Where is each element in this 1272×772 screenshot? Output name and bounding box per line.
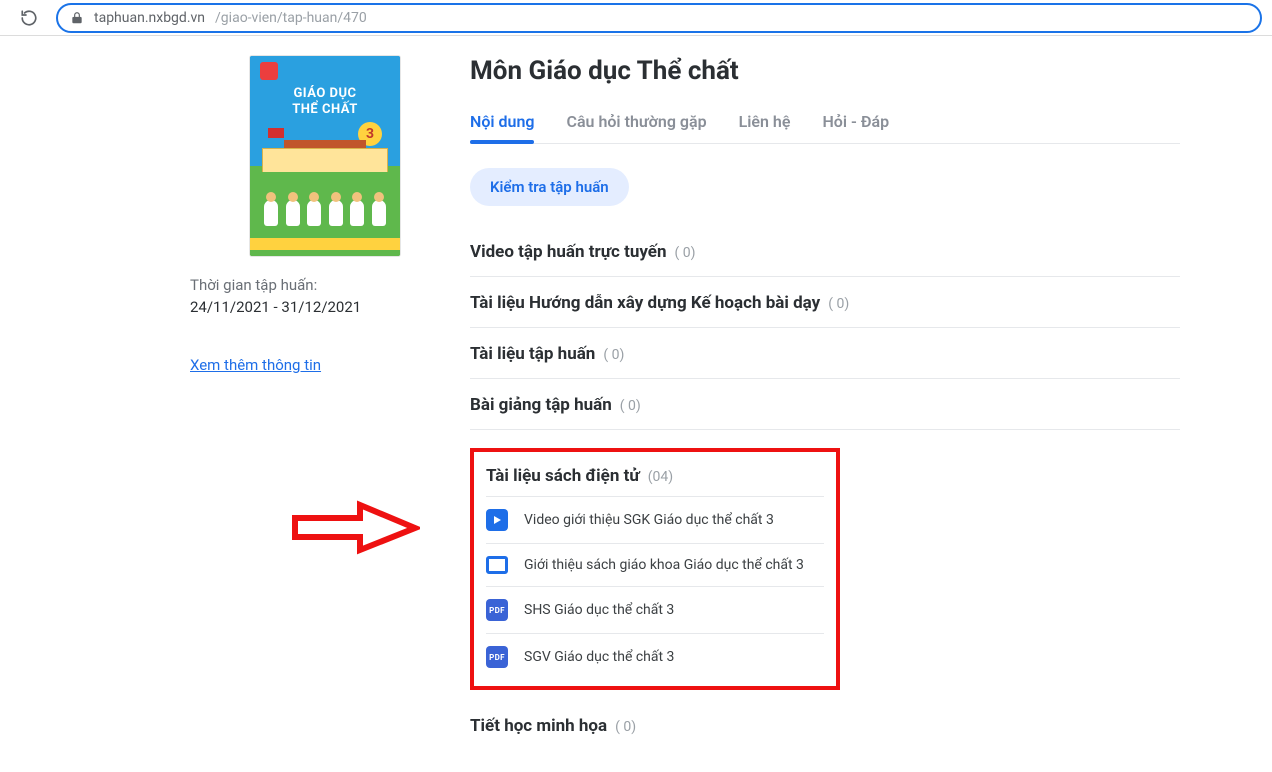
tab-faq[interactable]: Câu hỏi thường gặp — [566, 104, 706, 143]
slideshow-icon — [486, 556, 508, 574]
url-host: taphuan.nxbgd.vn — [94, 10, 205, 26]
ebook-label: Giới thiệu sách giáo khoa Giáo dục thể c… — [524, 557, 804, 573]
ebook-item[interactable]: PDF SGV Giáo dục thể chất 3 — [486, 633, 824, 680]
lock-icon — [70, 11, 84, 25]
training-time-label: Thời gian tập huấn: — [190, 276, 460, 294]
section-title: Tài liệu sách điện tử — [486, 466, 640, 486]
section-count: ( 0) — [675, 245, 696, 261]
tab-hoi-dap[interactable]: Hỏi - Đáp — [822, 104, 889, 143]
section-lesson-plan[interactable]: Tài liệu Hướng dẫn xây dựng Kế hoạch bài… — [470, 277, 1180, 328]
section-video-online[interactable]: Video tập huấn trực tuyến ( 0) — [470, 226, 1180, 277]
ebook-label: SGV Giáo dục thể chất 3 — [524, 649, 674, 665]
url-path: /giao-vien/tap-huan/470 — [215, 10, 367, 26]
ebook-label: Video giới thiệu SGK Giáo dục thể chất 3 — [524, 512, 774, 528]
section-title: Tiết học minh họa — [470, 716, 607, 736]
browser-toolbar: taphuan.nxbgd.vn/giao-vien/tap-huan/470 — [0, 0, 1272, 36]
section-count: ( 0) — [603, 347, 624, 363]
training-time-value: 24/11/2021 - 31/12/2021 — [190, 298, 460, 316]
section-count: ( 0) — [620, 398, 641, 414]
more-info-link[interactable]: Xem thêm thông tin — [190, 356, 460, 374]
sidebar: GIÁO DỤCTHỂ CHẤT 3 Thời gian tập huấn: 2… — [190, 56, 460, 750]
ebook-highlight-box: Tài liệu sách điện tử (04) Video giới th… — [470, 448, 840, 690]
section-count: ( 0) — [615, 719, 636, 735]
section-count: (04) — [648, 469, 673, 485]
tab-noi-dung[interactable]: Nội dung — [470, 104, 534, 143]
play-icon — [486, 509, 508, 531]
section-lectures[interactable]: Bài giảng tập huấn ( 0) — [470, 379, 1180, 430]
exam-button[interactable]: Kiểm tra tập huấn — [470, 168, 629, 206]
address-bar[interactable]: taphuan.nxbgd.vn/giao-vien/tap-huan/470 — [56, 3, 1262, 33]
tab-lien-he[interactable]: Liên hệ — [739, 104, 791, 143]
section-ebooks[interactable]: Tài liệu sách điện tử (04) — [486, 462, 824, 496]
pdf-icon: PDF — [486, 646, 508, 668]
book-cover[interactable]: GIÁO DỤCTHỂ CHẤT 3 — [250, 56, 400, 256]
ebook-item[interactable]: PDF SHS Giáo dục thể chất 3 — [486, 586, 824, 633]
section-training-docs[interactable]: Tài liệu tập huấn ( 0) — [470, 328, 1180, 379]
reload-icon — [20, 9, 38, 27]
ebook-item[interactable]: Video giới thiệu SGK Giáo dục thể chất 3 — [486, 496, 824, 543]
section-count: ( 0) — [828, 296, 849, 312]
reload-button[interactable] — [16, 5, 42, 31]
section-title: Tài liệu Hướng dẫn xây dựng Kế hoạch bài… — [470, 293, 820, 313]
ebook-item[interactable]: Giới thiệu sách giáo khoa Giáo dục thể c… — [486, 543, 824, 586]
pdf-icon: PDF — [486, 599, 508, 621]
page-title: Môn Giáo dục Thể chất — [470, 56, 1180, 86]
ebook-label: SHS Giáo dục thể chất 3 — [524, 602, 674, 618]
section-title: Video tập huấn trực tuyến — [470, 242, 667, 262]
tabs: Nội dung Câu hỏi thường gặp Liên hệ Hỏi … — [470, 104, 1180, 144]
section-title: Tài liệu tập huấn — [470, 344, 595, 364]
section-demo-lesson[interactable]: Tiết học minh họa ( 0) — [470, 700, 1180, 750]
main-content: Môn Giáo dục Thể chất Nội dung Câu hỏi t… — [460, 56, 1180, 750]
section-title: Bài giảng tập huấn — [470, 395, 612, 415]
